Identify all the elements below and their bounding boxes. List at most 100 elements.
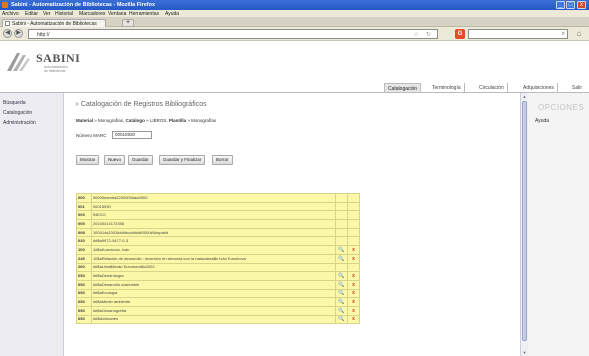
show-button[interactable]: Mostrar <box>76 155 100 165</box>
marc-tag: 653 <box>76 305 92 316</box>
new-tab-button[interactable]: + <box>122 19 134 27</box>
empty-cell <box>347 210 360 221</box>
scroll-down-arrow-icon[interactable]: ▼ <box>521 349 528 356</box>
table-row: 653 ##$aDesarrollo sostenible 🔍 x <box>76 279 360 290</box>
sidebar-item-catalogacion[interactable]: Catalogación <box>3 110 32 116</box>
delete-row-icon[interactable]: x <box>347 305 360 316</box>
menu-editar[interactable]: Editar <box>25 11 38 17</box>
help-link[interactable]: Ayuda <box>535 118 549 124</box>
marc-field-value[interactable]: 00015930 <box>90 201 337 212</box>
table-row: 653 ##$aOceanografía 🔍 x <box>76 305 360 316</box>
marc-tag: 653 <box>76 271 92 281</box>
page-title: » Catalogación de Registros Bibliográfico… <box>75 101 207 108</box>
delete-row-icon[interactable]: x <box>347 314 360 325</box>
minimize-button[interactable]: _ <box>556 1 565 9</box>
marc-field-value[interactable]: ##$aVolcanes <box>90 314 337 325</box>
options-panel: OPCIONES Ayuda <box>528 93 589 356</box>
delete-row-icon[interactable]: x <box>347 253 360 264</box>
home-icon[interactable]: ⌂ <box>574 29 584 39</box>
marc-tag: 000 <box>76 193 92 203</box>
sidebar-item-administracion[interactable]: Administración <box>3 120 36 126</box>
marc-field-value[interactable]: ##$aEcología <box>90 288 337 299</box>
marc-field-value[interactable]: ##$aMedio ambiente <box>90 297 337 307</box>
url-field[interactable]: http:// ☆ ↻ <box>28 29 438 39</box>
table-row: 653 ##$aDendrología 🔍 x <box>76 271 360 281</box>
marc-tag: 653 <box>76 314 92 325</box>
marc-field-value[interactable]: INECO <box>90 210 337 221</box>
menu-ventana[interactable]: Ventana <box>108 11 126 17</box>
menu-ayuda[interactable]: Ayuda <box>165 11 179 17</box>
empty-cell <box>347 193 360 203</box>
marc-field-value[interactable]: ##$aDendrología <box>90 271 337 281</box>
lookup-search-icon[interactable]: 🔍 <box>335 305 349 316</box>
page-favicon-icon <box>5 21 10 26</box>
table-row: 000 00000nam#a2200000#a#4500 <box>76 193 360 203</box>
bookmark-star-icon[interactable]: ☆ <box>414 31 419 38</box>
new-button[interactable]: Nuevo <box>104 155 126 165</box>
firefox-icon <box>2 2 8 8</box>
lookup-search-icon[interactable]: 🔍 <box>335 253 349 264</box>
empty-cell <box>335 193 349 203</box>
forward-arrow-icon[interactable]: ▶ <box>14 29 23 38</box>
sabini-logo-icon <box>7 53 30 71</box>
scroll-thumb[interactable] <box>522 101 527 341</box>
delete-row-icon[interactable]: x <box>347 297 360 307</box>
marc-number-input[interactable]: 00015930 <box>112 131 152 139</box>
menu-marcadores[interactable]: Marcadores <box>79 11 105 17</box>
menu-archivo[interactable]: Archivo <box>2 11 19 17</box>
sidebar-item-busqueda[interactable]: Búsqueda <box>3 100 26 106</box>
window-title: Sabini - Automatización de Bibliotecas -… <box>11 2 156 8</box>
delete-row-icon[interactable]: x <box>347 279 360 290</box>
search-icon[interactable]: ⌕ <box>562 31 565 38</box>
marc-tag: 653 <box>76 297 92 307</box>
vertical-scrollbar[interactable]: ▲ ▼ <box>520 93 528 356</box>
empty-cell <box>347 236 360 247</box>
marc-field-value[interactable]: 1#$aKurcinova, Iván <box>90 245 337 255</box>
marc-field-value[interactable]: 100414s2002####bo#####0000#0#spa#d <box>90 227 337 238</box>
empty-cell <box>335 262 349 273</box>
lookup-search-icon[interactable]: 🔍 <box>335 279 349 290</box>
menu-herramientas[interactable]: Herramientas <box>129 11 159 17</box>
marc-record-table: 000 00000nam#a2200000#a#4500 001 00015930 00… <box>76 193 360 325</box>
browser-search-input[interactable]: ⌕ <box>468 29 568 39</box>
marc-field-value[interactable]: ##$aLima$bIván Kurcinova$c2002 <box>90 262 337 273</box>
marc-tag: 005 <box>76 219 92 229</box>
table-row: 653 ##$aMedio ambiente 🔍 x <box>76 297 360 307</box>
delete-row-icon[interactable]: x <box>347 288 360 299</box>
marc-field-value[interactable]: ##$aDesarrollo sostenible <box>90 279 337 290</box>
lookup-search-icon[interactable]: 🔍 <box>335 271 349 281</box>
lookup-search-icon[interactable]: 🔍 <box>335 245 349 255</box>
maximize-button[interactable]: □ <box>566 1 575 9</box>
empty-cell <box>335 236 349 247</box>
marc-field-value[interactable]: 20100414172356 <box>90 219 337 229</box>
save-button[interactable]: Guardar <box>128 155 153 165</box>
marc-field-value[interactable]: ##$a9972-0477-0-3 <box>90 236 337 247</box>
delete-button[interactable]: Borrar <box>212 155 233 165</box>
marc-field-value[interactable]: ##$aOceanografía <box>90 305 337 316</box>
menu-ver[interactable]: Ver <box>43 11 51 17</box>
main-content: » Catalogación de Registros Bibliográfico… <box>65 93 520 356</box>
close-button[interactable]: x <box>577 1 586 9</box>
marc-field-value[interactable]: 10$aRelación de desarrollo : inversión e… <box>90 253 337 264</box>
reload-icon[interactable]: ↻ <box>426 31 431 38</box>
lookup-search-icon[interactable]: 🔍 <box>335 314 349 325</box>
lookup-search-icon[interactable]: 🔍 <box>335 297 349 307</box>
menu-historial[interactable]: Historial <box>55 11 73 17</box>
marc-tag: 245 <box>76 253 92 264</box>
delete-row-icon[interactable]: x <box>347 271 360 281</box>
save-and-finish-button[interactable]: Guardar y Finalizar <box>159 155 206 165</box>
table-row: 653 ##$aVolcanes 🔍 x <box>76 314 360 325</box>
empty-cell <box>347 201 360 212</box>
lookup-search-icon[interactable]: 🔍 <box>335 288 349 299</box>
google-icon[interactable]: G <box>455 29 465 39</box>
marc-tag: 003 <box>76 210 92 221</box>
browser-tab[interactable]: Sabini - Automatización de Bibliotecas <box>2 19 106 27</box>
back-arrow-icon[interactable]: ◀ <box>3 29 12 38</box>
browser-tab-bar: Sabini - Automatización de Bibliotecas + <box>0 18 589 27</box>
empty-cell <box>347 219 360 229</box>
scroll-up-arrow-icon[interactable]: ▲ <box>521 93 528 100</box>
marc-field-value[interactable]: 00000nam#a2200000#a#4500 <box>90 193 337 203</box>
left-sidebar: Búsqueda Catalogación Administración <box>0 93 64 356</box>
delete-row-icon[interactable]: x <box>347 245 360 255</box>
marc-tag: 020 <box>76 236 92 247</box>
